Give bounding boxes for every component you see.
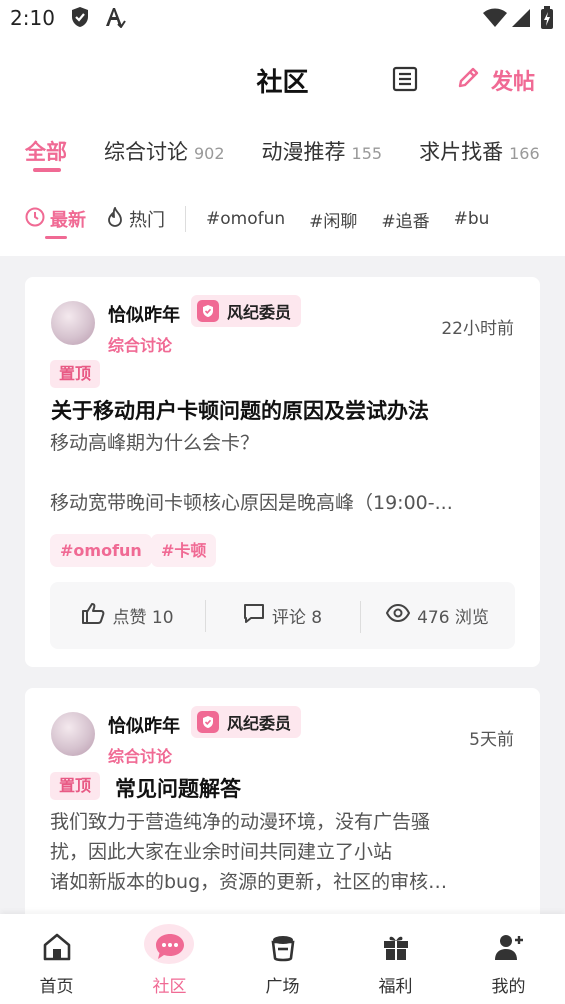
tab-count: 155: [351, 144, 383, 163]
like-count: 点赞 10: [112, 608, 174, 628]
post-category[interactable]: 综合讨论: [108, 332, 172, 356]
post-title[interactable]: 关于移动用户卡顿问题的原因及尝试办法: [51, 395, 429, 425]
pencil-icon: [457, 65, 481, 95]
view-count-item: 476 浏览: [360, 601, 515, 633]
tab-anime-recommend[interactable]: 动漫推荐 155: [262, 136, 383, 166]
tab-count: 166: [509, 144, 540, 163]
role-badge: 风纪委员: [191, 706, 302, 738]
tab-label: 动漫推荐: [261, 140, 346, 164]
role-badge: 风纪委员: [191, 295, 302, 327]
post-body[interactable]: 我们致力于营造纯净的动漫环境，没有广告骚 扰，因此大家在业余时间共同建立了小站 …: [50, 807, 520, 897]
font-a-icon: [104, 6, 126, 32]
post-title[interactable]: 常见问题解答: [115, 773, 241, 803]
new-post-label: 发帖: [491, 70, 536, 95]
filter-bar: 最新 热门 #omofun #闲聊 #追番 #bu: [25, 205, 513, 239]
filter-indicator: [45, 236, 67, 239]
comment-button[interactable]: 评论 8: [205, 600, 360, 632]
nav-home[interactable]: 首页: [0, 914, 113, 1004]
badge-label: 风纪委员: [227, 714, 292, 733]
nav-community[interactable]: 社区: [113, 914, 226, 1004]
topic-tag[interactable]: #闲聊: [309, 207, 357, 232]
post-body-line: 诸如新版本的bug，资源的更新，社区的审核…: [50, 871, 448, 893]
nav-welfare[interactable]: 福利: [339, 914, 452, 1004]
post-body-line: 扰，因此大家在业余时间共同建立了小站: [50, 841, 393, 863]
shield-check-icon: [197, 300, 219, 322]
avatar[interactable]: [51, 712, 95, 756]
document-list-icon[interactable]: [392, 66, 418, 96]
flame-icon: [106, 205, 124, 232]
post-card[interactable]: 恰似昨年 风纪委员 综合讨论 5天前 置顶 常见问题解答 我们致力于营造纯净的动…: [25, 688, 540, 928]
author-name[interactable]: 恰似昨年: [108, 712, 180, 738]
filter-label: 热门: [129, 210, 165, 231]
tab-all[interactable]: 全部: [25, 136, 67, 172]
post-category[interactable]: 综合讨论: [108, 743, 172, 767]
nav-label: 首页: [39, 977, 74, 997]
filter-latest[interactable]: 最新: [25, 206, 86, 239]
home-icon: [42, 930, 72, 964]
topic-tag[interactable]: #omofun: [206, 209, 285, 229]
tab-count: 902: [194, 144, 225, 163]
filter-label: 最新: [50, 210, 86, 231]
like-button[interactable]: 点赞 10: [50, 602, 205, 629]
top-section: 2:10 社区 发帖 全部 综合讨论 902 动漫推荐 155 求片找番 166…: [0, 0, 565, 256]
nav-label: 我的: [491, 977, 526, 997]
avatar[interactable]: [51, 301, 95, 345]
post-body-line: 移动高峰期为什么会卡？: [50, 432, 260, 454]
comment-icon: [243, 602, 265, 629]
post-tag[interactable]: #卡顿: [151, 534, 217, 567]
post-body[interactable]: 移动高峰期为什么会卡？ 移动宽带晚间卡顿核心原因是晚高峰（19:00-...: [50, 428, 520, 518]
nav-profile[interactable]: 我的: [452, 914, 565, 1004]
status-time: 2:10: [10, 6, 55, 30]
author-name[interactable]: 恰似昨年: [108, 301, 180, 327]
gift-icon: [381, 930, 411, 964]
view-count: 476 浏览: [417, 608, 489, 628]
post-time: 5天前: [469, 730, 514, 750]
post-time: 22小时前: [441, 319, 514, 339]
signal-icon: [511, 8, 531, 32]
tab-label: 全部: [25, 140, 67, 164]
bottom-nav: 首页 社区 广场 福利 我的: [0, 914, 565, 1004]
pinned-badge: 置顶: [50, 360, 101, 388]
post-body-line: 我们致力于营造纯净的动漫环境，没有广告骚: [50, 811, 431, 833]
status-bar: 2:10: [0, 0, 565, 38]
tab-label: 求片找番: [419, 140, 504, 164]
wifi-icon: [482, 8, 508, 32]
clock-icon: [25, 207, 45, 232]
topic-tag[interactable]: #bu: [454, 209, 490, 229]
thumbs-up-icon: [81, 602, 105, 629]
nav-label: 社区: [152, 977, 187, 997]
tab-label: 综合讨论: [104, 140, 188, 164]
user-plus-icon: [494, 930, 524, 964]
eye-icon: [385, 603, 411, 627]
nav-label: 福利: [378, 977, 413, 997]
new-post-button[interactable]: 发帖: [457, 64, 535, 96]
battery-icon: [540, 6, 554, 34]
tab-request[interactable]: 求片找番 166: [419, 136, 540, 166]
shield-check-icon: [197, 711, 219, 733]
shield-check-icon: [70, 6, 90, 32]
tab-general-discussion[interactable]: 综合讨论 902: [104, 136, 225, 166]
plaza-icon: [268, 930, 298, 964]
filter-hot[interactable]: 热门: [106, 205, 165, 232]
comment-count: 评论 8: [271, 608, 323, 628]
post-body-line: 移动宽带晚间卡顿核心原因是晚高峰（19:00-...: [50, 492, 453, 514]
chat-bubble-icon: [154, 930, 186, 964]
pinned-badge: 置顶: [50, 772, 101, 800]
tab-indicator: [33, 168, 61, 172]
filter-divider: [185, 206, 186, 232]
nav-label: 广场: [265, 977, 300, 997]
badge-label: 风纪委员: [227, 303, 292, 322]
nav-plaza[interactable]: 广场: [226, 914, 339, 1004]
topic-tag[interactable]: #追番: [381, 207, 429, 232]
post-tag[interactable]: #omofun: [50, 534, 152, 567]
category-tabs: 全部 综合讨论 902 动漫推荐 155 求片找番 166: [25, 136, 565, 172]
post-stats: 点赞 10 评论 8 476 浏览: [50, 582, 515, 649]
post-body-line: [50, 458, 520, 488]
post-card[interactable]: 恰似昨年 风纪委员 综合讨论 22小时前 置顶 关于移动用户卡顿问题的原因及尝试…: [25, 277, 540, 667]
